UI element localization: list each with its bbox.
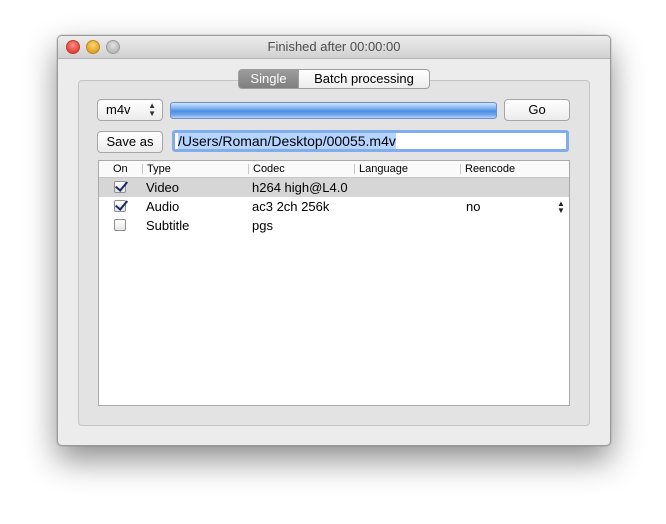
track-codec: ac3 2ch 256k <box>252 199 330 214</box>
column-header-language[interactable]: Language <box>354 161 408 177</box>
table-header: On Type Codec Language Reencode <box>99 161 569 178</box>
table-row[interactable]: Subtitle pgs <box>99 216 569 235</box>
tab-batch-processing[interactable]: Batch processing <box>298 69 430 89</box>
output-path-field[interactable]: /Users/Roman/Desktop/00055.m4v <box>172 130 569 152</box>
track-codec: h264 high@L4.0 <box>252 180 348 195</box>
table-row[interactable]: Video h264 high@L4.0 <box>99 178 569 197</box>
progress-bar <box>170 102 497 119</box>
reencode-stepper-icon[interactable]: ▲ ▼ <box>557 200 565 215</box>
table-row[interactable]: Audio ac3 2ch 256k no ▲ ▼ <box>99 197 569 216</box>
go-button[interactable]: Go <box>504 99 570 121</box>
track-type: Subtitle <box>146 218 190 233</box>
track-reencode[interactable]: no <box>466 197 480 216</box>
track-enabled-checkbox[interactable] <box>114 181 126 193</box>
tab-single[interactable]: Single <box>238 69 299 89</box>
column-header-on[interactable]: On <box>113 161 128 177</box>
zoom-window-icon[interactable] <box>106 40 120 54</box>
track-enabled-checkbox[interactable] <box>114 219 126 231</box>
column-header-type[interactable]: Type <box>142 161 171 177</box>
minimize-window-icon[interactable] <box>86 40 100 54</box>
track-codec: pgs <box>252 218 273 233</box>
close-window-icon[interactable] <box>66 40 80 54</box>
format-select-value: m4v <box>106 102 131 117</box>
format-select[interactable]: m4v ▲ ▼ <box>97 99 163 121</box>
track-type: Audio <box>146 199 180 214</box>
track-enabled-checkbox[interactable] <box>114 200 126 212</box>
column-header-codec[interactable]: Codec <box>248 161 285 177</box>
save-as-button[interactable]: Save as <box>97 131 163 153</box>
app-window: Finished after 00:00:00 Single Batch pro… <box>57 35 611 446</box>
column-header-reencode[interactable]: Reencode <box>459 161 515 177</box>
window-title: Finished after 00:00:00 <box>267 39 401 54</box>
output-path-text: /Users/Roman/Desktop/00055.m4v <box>178 133 396 149</box>
up-down-arrows-icon: ▲ ▼ <box>148 101 156 118</box>
tracks-table[interactable]: On Type Codec Language Reencode Video h2… <box>98 160 570 406</box>
track-type: Video <box>146 180 180 195</box>
title-bar[interactable]: Finished after 00:00:00 <box>58 36 610 59</box>
